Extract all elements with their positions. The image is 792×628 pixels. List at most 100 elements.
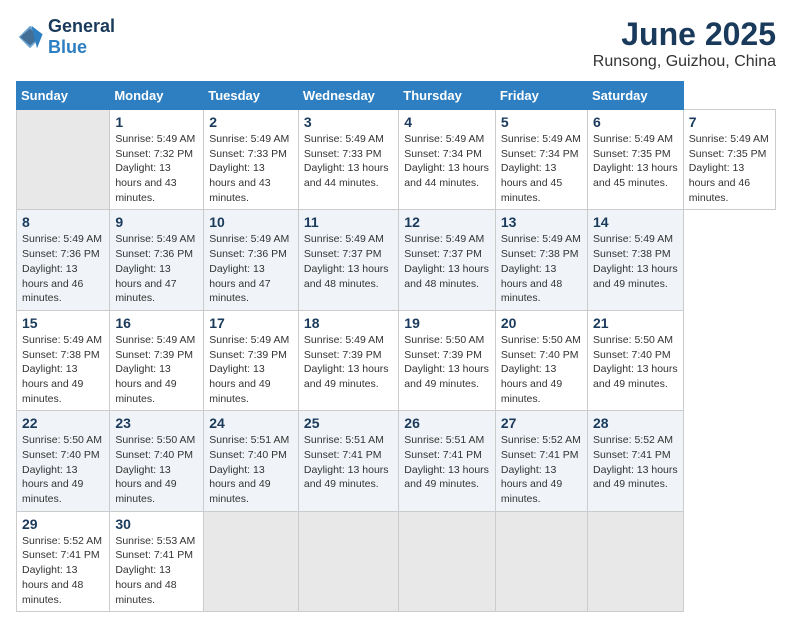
day-info: Sunrise: 5:49 AMSunset: 7:38 PMDaylight:… — [22, 333, 104, 406]
day-number: 21 — [593, 315, 678, 331]
day-info: Sunrise: 5:50 AMSunset: 7:40 PMDaylight:… — [501, 333, 582, 406]
calendar-cell — [399, 511, 496, 611]
logo-blue: Blue — [48, 37, 87, 57]
month-title: June 2025 — [593, 16, 776, 53]
calendar-week-row: 15 Sunrise: 5:49 AMSunset: 7:38 PMDayligh… — [17, 310, 776, 410]
weekday-header-row: SundayMondayTuesdayWednesdayThursdayFrid… — [17, 82, 776, 110]
calendar-cell: 24 Sunrise: 5:51 AMSunset: 7:40 PMDayligh… — [204, 411, 299, 511]
day-number: 18 — [304, 315, 393, 331]
calendar-cell: 26 Sunrise: 5:51 AMSunset: 7:41 PMDayligh… — [399, 411, 496, 511]
calendar-cell — [17, 110, 110, 210]
calendar-cell: 5Sunrise: 5:49 AMSunset: 7:34 PMDaylight… — [495, 110, 587, 210]
day-number: 16 — [115, 315, 198, 331]
calendar-cell: 6Sunrise: 5:49 AMSunset: 7:35 PMDaylight… — [588, 110, 684, 210]
calendar-cell: 3 Sunrise: 5:49 AMSunset: 7:33 PMDaylight… — [298, 110, 398, 210]
calendar-cell: 22Sunrise: 5:50 AMSunset: 7:40 PMDayligh… — [17, 411, 110, 511]
calendar-week-row: 1 Sunrise: 5:49 AMSunset: 7:32 PMDaylight… — [17, 110, 776, 210]
day-number: 1 — [115, 114, 198, 130]
title-area: June 2025 Runsong, Guizhou, China — [593, 16, 776, 71]
day-number: 26 — [404, 415, 490, 431]
day-number: 17 — [209, 315, 293, 331]
day-info: Sunrise: 5:49 AMSunset: 7:37 PMDaylight:… — [404, 232, 490, 291]
calendar-cell: 17 Sunrise: 5:49 AMSunset: 7:39 PMDayligh… — [204, 310, 299, 410]
logo-text: General Blue — [48, 16, 115, 58]
weekday-header: Monday — [110, 82, 204, 110]
day-number: 23 — [115, 415, 198, 431]
day-info: Sunrise: 5:52 AMSunset: 7:41 PMDaylight:… — [593, 433, 678, 492]
day-info: Sunrise: 5:50 AMSunset: 7:40 PMDaylight:… — [593, 333, 678, 392]
day-info: Sunrise: 5:49 AMSunset: 7:36 PMDaylight:… — [209, 232, 293, 305]
calendar-week-row: 29 Sunrise: 5:52 AMSunset: 7:41 PMDayligh… — [17, 511, 776, 611]
day-number: 12 — [404, 214, 490, 230]
day-info: Sunrise: 5:50 AMSunset: 7:40 PMDaylight:… — [115, 433, 198, 506]
day-info: Sunrise: 5:51 AMSunset: 7:40 PMDaylight:… — [209, 433, 293, 506]
calendar-cell: 12 Sunrise: 5:49 AMSunset: 7:37 PMDayligh… — [399, 210, 496, 310]
calendar-week-row: 22 Sunrise: 5:50 AMSunset: 7:40 PMDayligh… — [17, 411, 776, 511]
day-info: Sunrise: 5:51 AMSunset: 7:41 PMDaylight:… — [304, 433, 393, 492]
day-number: 20 — [501, 315, 582, 331]
weekday-header: Tuesday — [204, 82, 299, 110]
weekday-header: Sunday — [17, 82, 110, 110]
day-info: Sunrise: 5:49 AMSunset: 7:36 PMDaylight:… — [115, 232, 198, 305]
day-number: 4 — [404, 114, 490, 130]
day-info: Sunrise: 5:49 AMSunset: 7:34 PMDaylight:… — [501, 132, 582, 205]
logo-icon — [16, 23, 44, 51]
day-number: 7 — [689, 114, 770, 130]
day-number: 29 — [22, 516, 104, 532]
calendar-cell: 20 Sunrise: 5:50 AMSunset: 7:40 PMDayligh… — [495, 310, 587, 410]
calendar-cell: 9 Sunrise: 5:49 AMSunset: 7:36 PMDaylight… — [110, 210, 204, 310]
calendar-cell: 4 Sunrise: 5:49 AMSunset: 7:34 PMDaylight… — [399, 110, 496, 210]
day-info: Sunrise: 5:52 AMSunset: 7:41 PMDaylight:… — [501, 433, 582, 506]
weekday-header: Wednesday — [298, 82, 398, 110]
calendar-cell: 11Sunrise: 5:49 AMSunset: 7:37 PMDayligh… — [298, 210, 398, 310]
day-number: 14 — [593, 214, 678, 230]
day-info: Sunrise: 5:49 AMSunset: 7:38 PMDaylight:… — [593, 232, 678, 291]
day-number: 24 — [209, 415, 293, 431]
day-number: 10 — [209, 214, 293, 230]
calendar-week-row: 8 Sunrise: 5:49 AMSunset: 7:36 PMDaylight… — [17, 210, 776, 310]
day-info: Sunrise: 5:49 AMSunset: 7:33 PMDaylight:… — [209, 132, 293, 205]
calendar-cell: 15 Sunrise: 5:49 AMSunset: 7:38 PMDayligh… — [17, 310, 110, 410]
calendar-table: SundayMondayTuesdayWednesdayThursdayFrid… — [16, 81, 776, 612]
day-number: 9 — [115, 214, 198, 230]
calendar-cell — [495, 511, 587, 611]
day-info: Sunrise: 5:49 AMSunset: 7:34 PMDaylight:… — [404, 132, 490, 191]
day-info: Sunrise: 5:49 AMSunset: 7:32 PMDaylight:… — [115, 132, 198, 205]
calendar-cell: 16Sunrise: 5:49 AMSunset: 7:39 PMDayligh… — [110, 310, 204, 410]
calendar-cell: 19 Sunrise: 5:50 AMSunset: 7:39 PMDayligh… — [399, 310, 496, 410]
day-number: 25 — [304, 415, 393, 431]
calendar-cell: 10 Sunrise: 5:49 AMSunset: 7:36 PMDayligh… — [204, 210, 299, 310]
day-number: 19 — [404, 315, 490, 331]
calendar-cell — [204, 511, 299, 611]
day-info: Sunrise: 5:50 AMSunset: 7:39 PMDaylight:… — [404, 333, 490, 392]
day-info: Sunrise: 5:49 AMSunset: 7:39 PMDaylight:… — [304, 333, 393, 392]
day-info: Sunrise: 5:52 AMSunset: 7:41 PMDaylight:… — [22, 534, 104, 607]
weekday-header: Thursday — [399, 82, 496, 110]
day-info: Sunrise: 5:49 AMSunset: 7:36 PMDaylight:… — [22, 232, 104, 305]
calendar-cell: 7 Sunrise: 5:49 AMSunset: 7:35 PMDaylight… — [683, 110, 775, 210]
day-number: 28 — [593, 415, 678, 431]
day-number: 3 — [304, 114, 393, 130]
day-info: Sunrise: 5:53 AMSunset: 7:41 PMDaylight:… — [115, 534, 198, 607]
day-info: Sunrise: 5:49 AMSunset: 7:39 PMDaylight:… — [209, 333, 293, 406]
day-number: 15 — [22, 315, 104, 331]
calendar-cell: 1 Sunrise: 5:49 AMSunset: 7:32 PMDaylight… — [110, 110, 204, 210]
page-header: General Blue June 2025 Runsong, Guizhou,… — [16, 16, 776, 71]
day-number: 30 — [115, 516, 198, 532]
day-info: Sunrise: 5:49 AMSunset: 7:33 PMDaylight:… — [304, 132, 393, 191]
calendar-cell: 25 Sunrise: 5:51 AMSunset: 7:41 PMDayligh… — [298, 411, 398, 511]
day-number: 11 — [304, 214, 393, 230]
calendar-cell: 2Sunrise: 5:49 AMSunset: 7:33 PMDaylight… — [204, 110, 299, 210]
day-number: 22 — [22, 415, 104, 431]
day-number: 8 — [22, 214, 104, 230]
day-info: Sunrise: 5:49 AMSunset: 7:35 PMDaylight:… — [689, 132, 770, 205]
day-number: 13 — [501, 214, 582, 230]
weekday-header: Friday — [495, 82, 587, 110]
logo: General Blue — [16, 16, 115, 58]
calendar-cell: 21 Sunrise: 5:50 AMSunset: 7:40 PMDayligh… — [588, 310, 684, 410]
day-info: Sunrise: 5:49 AMSunset: 7:38 PMDaylight:… — [501, 232, 582, 305]
day-info: Sunrise: 5:49 AMSunset: 7:35 PMDaylight:… — [593, 132, 678, 191]
location-title: Runsong, Guizhou, China — [593, 53, 776, 71]
calendar-cell: 18 Sunrise: 5:49 AMSunset: 7:39 PMDayligh… — [298, 310, 398, 410]
day-info: Sunrise: 5:51 AMSunset: 7:41 PMDaylight:… — [404, 433, 490, 492]
